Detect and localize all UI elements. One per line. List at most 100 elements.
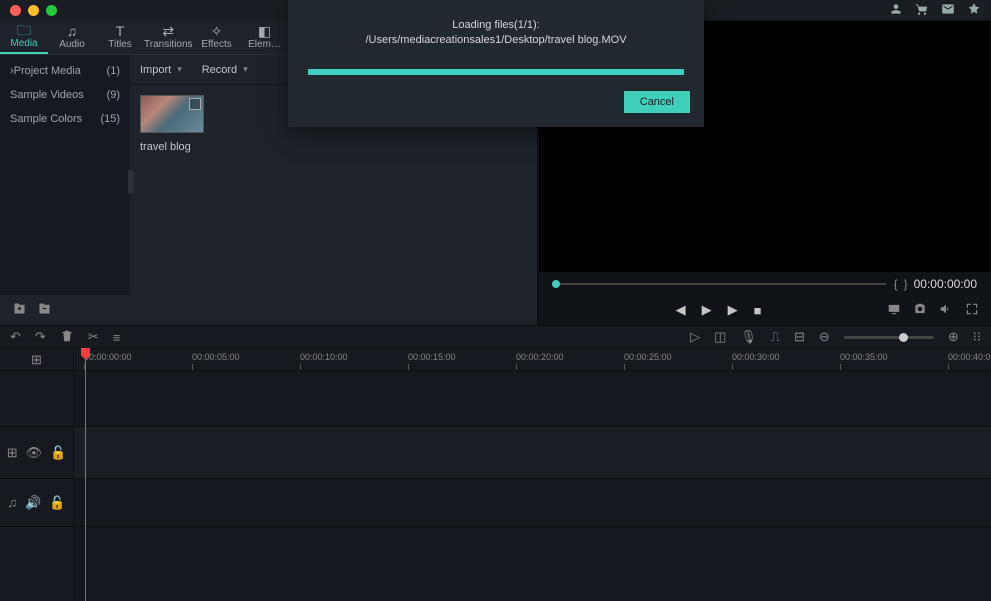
volume-icon[interactable]	[939, 302, 953, 319]
snapshot-icon[interactable]	[913, 302, 927, 319]
effects-icon: ✧	[211, 24, 223, 38]
tab-label: Media	[10, 38, 37, 49]
import-button[interactable]: Import▾	[140, 64, 182, 76]
progress-bar	[308, 69, 684, 75]
zoom-slider[interactable]	[844, 336, 934, 339]
clip-label: travel blog	[140, 141, 204, 153]
lock-icon[interactable]: 🔓	[49, 495, 65, 511]
ruler-tick: 00:00:40:00	[948, 352, 991, 362]
chevron-down-icon: ▾	[243, 64, 248, 75]
preview-scrub-handle[interactable]	[552, 280, 560, 288]
new-folder-icon[interactable]	[12, 301, 27, 320]
ruler-tick: 00:00:25:00	[624, 352, 672, 362]
record-button[interactable]: Record ▾	[202, 64, 248, 76]
tab-label: Transitions	[144, 39, 193, 50]
video-track-body[interactable]	[74, 371, 991, 426]
marker-icon[interactable]: ◫	[714, 329, 726, 345]
tab-audio[interactable]: ♫Audio	[48, 20, 96, 54]
sidebar-item-label: Project Media	[14, 65, 81, 77]
sidebar-item-label: Sample Colors	[10, 113, 82, 125]
undo-button[interactable]: ↶	[10, 329, 21, 345]
transition-icon: ⇄	[162, 24, 174, 38]
sidebar-item-sample-colors[interactable]: Sample Colors (15)	[0, 107, 130, 131]
mute-icon[interactable]: 🔊	[25, 495, 41, 511]
next-frame-button[interactable]: ▶	[728, 302, 738, 318]
tab-elements[interactable]: ◧Elem…	[241, 20, 289, 54]
cart-icon[interactable]	[915, 2, 929, 19]
tab-label: Audio	[59, 39, 85, 50]
music-icon: ♫	[7, 495, 17, 510]
sidebar-collapse-handle[interactable]	[128, 170, 134, 194]
mic-icon[interactable]: 🎙	[740, 329, 757, 345]
audio-track-head[interactable]: ♫ 🔊 🔓	[0, 479, 74, 526]
mark-out-icon[interactable]: }	[904, 277, 908, 291]
sidebar-item-count: (1)	[107, 65, 120, 77]
cancel-button[interactable]: Cancel	[624, 91, 690, 113]
tab-media[interactable]: 🗀Media	[0, 20, 48, 54]
text-icon: T	[116, 24, 125, 38]
tab-label: Effects	[201, 39, 231, 50]
button-label: Import	[140, 64, 171, 76]
media-clip[interactable]: travel blog	[140, 95, 204, 153]
folder-icon: 🗀	[17, 23, 31, 37]
sidebar-item-count: (9)	[107, 89, 120, 101]
tab-label: Elem…	[248, 39, 281, 50]
audio-track-body[interactable]	[74, 479, 991, 526]
zoom-thumb[interactable]	[899, 333, 908, 342]
preview-scrub-track[interactable]	[552, 283, 886, 285]
close-window-button[interactable]	[10, 5, 21, 16]
video-track-2-head[interactable]: ⊞ 👁 🔓	[0, 427, 74, 478]
sidebar-item-label: Sample Videos	[10, 89, 84, 101]
redo-button[interactable]: ↷	[35, 329, 46, 345]
account-icon[interactable]	[889, 2, 903, 19]
maximize-window-button[interactable]	[46, 5, 57, 16]
ruler-tick: 00:00:00:00	[84, 352, 132, 362]
edit-button[interactable]: ≡	[113, 330, 121, 345]
prev-frame-button[interactable]: ◀	[676, 302, 686, 318]
preview-timecode: 00:00:00:00	[914, 277, 977, 291]
video-track-2-body[interactable]	[74, 427, 991, 478]
add-track-button[interactable]: ⊞	[0, 349, 74, 370]
zoom-out-button[interactable]: ⊖	[819, 329, 830, 345]
visibility-icon[interactable]: 👁	[26, 445, 43, 461]
sidebar-item-project-media[interactable]: ›Project Media (1)	[0, 59, 130, 83]
render-icon[interactable]: ▷	[690, 329, 700, 345]
minimize-window-button[interactable]	[28, 5, 39, 16]
ruler-tick: 00:00:10:00	[300, 352, 348, 362]
button-label: Record	[202, 64, 237, 76]
mark-in-icon[interactable]: {	[894, 277, 898, 291]
help-icon[interactable]	[967, 2, 981, 19]
caption-icon[interactable]: ⊟	[794, 329, 805, 345]
ruler-tick: 00:00:30:00	[732, 352, 780, 362]
tab-transitions[interactable]: ⇄Transitions	[144, 20, 193, 54]
video-track-head[interactable]	[0, 371, 74, 426]
ruler-tick: 00:00:35:00	[840, 352, 888, 362]
fullscreen-icon[interactable]	[965, 302, 979, 319]
progress-track	[308, 69, 684, 75]
lock-icon[interactable]: 🔓	[50, 445, 66, 461]
mail-icon[interactable]	[941, 2, 955, 19]
play-button[interactable]: ▶	[702, 302, 712, 318]
track-type-icon: ⊞	[7, 445, 18, 461]
split-button[interactable]: ✂	[88, 329, 99, 345]
tab-titles[interactable]: TTitles	[96, 20, 144, 54]
settings-icon[interactable]: ⁝⁝	[973, 329, 981, 345]
sidebar-item-sample-videos[interactable]: Sample Videos (9)	[0, 83, 130, 107]
music-icon: ♫	[67, 24, 78, 38]
elements-icon: ◧	[258, 24, 271, 38]
window-controls	[10, 5, 57, 16]
timeline-ruler[interactable]: 00:00:00:0000:00:05:0000:00:10:0000:00:1…	[74, 349, 991, 370]
ruler-tick: 00:00:20:00	[516, 352, 564, 362]
tab-effects[interactable]: ✧Effects	[193, 20, 241, 54]
timeline-playhead[interactable]	[85, 348, 86, 601]
ruler-tick: 00:00:05:00	[192, 352, 240, 362]
display-toggle-icon[interactable]	[887, 302, 901, 319]
mixer-icon[interactable]: ⎍	[771, 329, 780, 345]
tab-label: Titles	[108, 39, 132, 50]
delete-folder-icon[interactable]	[37, 301, 52, 320]
zoom-in-button[interactable]: ⊕	[948, 329, 959, 345]
stop-button[interactable]: ■	[754, 303, 762, 318]
loading-dialog: Loading files(1/1): /Users/mediacreation…	[288, 0, 704, 127]
delete-button[interactable]	[60, 329, 74, 346]
sidebar-item-count: (15)	[100, 113, 120, 125]
